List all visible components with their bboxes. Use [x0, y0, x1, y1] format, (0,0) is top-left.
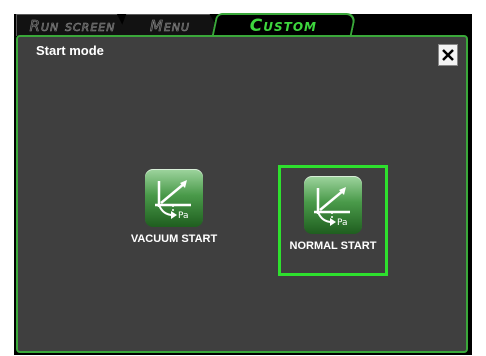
- tab-custom-label: Custom: [250, 16, 318, 36]
- close-button[interactable]: [438, 44, 458, 66]
- normal-start-button[interactable]: Pa NORMAL START: [278, 165, 388, 276]
- vacuum-start-label: VACUUM START: [130, 233, 218, 245]
- vacuum-start-button[interactable]: Pa VACUUM START: [122, 169, 226, 245]
- close-icon: [442, 49, 454, 61]
- custom-screen: Run screen Menu Custom Start mode Pa VAC…: [14, 13, 472, 355]
- tab-menu[interactable]: Menu: [118, 14, 222, 36]
- pa-unit-label: Pa: [337, 218, 348, 228]
- pa-unit-label: Pa: [178, 211, 189, 221]
- tab-custom[interactable]: Custom: [211, 13, 357, 37]
- tab-run-screen[interactable]: Run screen: [16, 14, 128, 36]
- page-title: Start mode: [36, 43, 104, 58]
- normal-start-label: NORMAL START: [289, 240, 377, 252]
- pressure-graph-icon: Pa: [304, 176, 362, 234]
- start-mode-panel: Start mode Pa VACUUM START Pa NORMAL STA…: [16, 35, 468, 353]
- pressure-graph-icon: Pa: [145, 169, 203, 227]
